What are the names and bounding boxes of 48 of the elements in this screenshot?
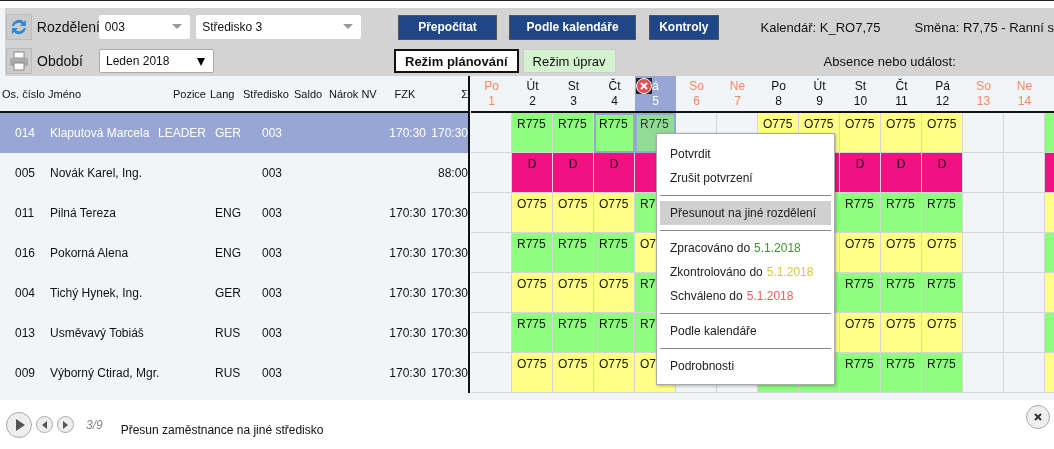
division-label: Rozdělení [36,19,99,35]
table-cell: 170:30 [431,366,468,380]
table-cell: Usměvavý Tobiáš [50,326,144,340]
table-cell: 170:30 [431,326,468,340]
period-label: Období [37,53,84,69]
table-cell: 170:30 [389,206,426,220]
absence-label: Absence nebo událost: [823,53,956,69]
table-cell: 003 [262,326,282,340]
table-cell: 004 [15,286,36,300]
step-counter: 3/9 [86,417,103,432]
table-cell: RUS [215,326,241,340]
table-cell: 003 [262,366,282,380]
table-cell: 170:30 [389,366,426,380]
table-cell: 014 [15,126,36,140]
table-cell: 170:30 [389,246,426,260]
table-cell: 009 [15,366,36,380]
table-cell: ENG [215,206,241,220]
table-cell: 170:30 [389,326,426,340]
table-cell: LEADER [157,126,206,140]
table-cell: 005 [15,166,36,180]
table-cell: 003 [262,126,282,140]
table-cell: 003 [262,166,282,180]
table-cell: Novák Karel, Ing. [50,166,143,180]
table-cell: Klaputová Marcela [50,126,150,140]
shift-info: Směna: R7,75 - Ranní s [914,19,1054,35]
table-cell: GER [215,126,241,140]
table-cell: Tichý Hynek, Ing. [50,286,143,300]
table-cell: ENG [215,246,241,260]
tour-text: Přesun zaměstnance na jiné středisko [120,422,324,437]
calendar-info: Kalendář: K_RO7,75 [760,19,881,35]
table-cell: 170:30 [431,246,468,260]
table-cell: 170:30 [389,286,426,300]
table-cell: 170:30 [389,126,426,140]
table-cell: 003 [262,286,282,300]
table-cell: 013 [15,326,36,340]
table-cell: 016 [15,246,36,260]
table-cell: 170:30 [431,286,468,300]
table-cell: 170:30 [431,206,468,220]
table-cell: 003 [262,206,282,220]
table-cell: Výborný Ctirad, Mgr. [50,366,160,380]
table-cell: 88:00 [437,166,468,180]
table-cell: Pilná Tereza [50,206,116,220]
table-cell: 170:30 [431,126,468,140]
table-cell: 011 [15,206,35,220]
table-cell: Pokorná Alena [50,246,129,260]
table-cell: RUS [215,366,241,380]
table-cell: 003 [262,246,282,260]
table-cell: GER [215,286,241,300]
